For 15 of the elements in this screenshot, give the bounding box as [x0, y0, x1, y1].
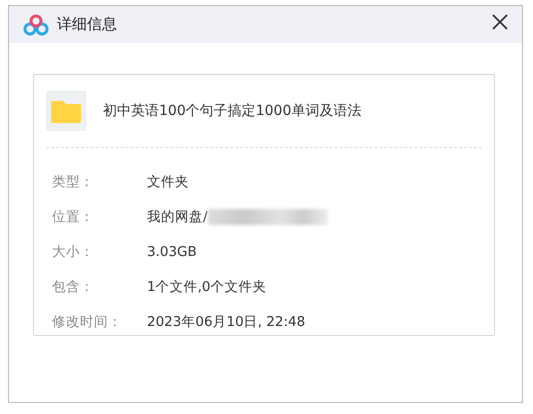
- folder-icon: [51, 99, 81, 123]
- detail-label: 类型：: [52, 172, 95, 190]
- detail-value: 我的网盘/: [147, 208, 208, 226]
- close-icon[interactable]: [492, 14, 508, 30]
- detail-label: 包含：: [52, 278, 95, 296]
- window-title: 详细信息: [57, 15, 118, 34]
- detail-value: 1个文件,0个文件夹: [147, 278, 266, 296]
- detail-value: 文件夹: [147, 172, 189, 190]
- file-name: 初中英语100个句子搞定1000单词及语法: [103, 102, 362, 120]
- cloud-logo-icon: [23, 14, 49, 36]
- detail-label: 修改时间：: [52, 312, 123, 330]
- detail-label: 位置：: [52, 208, 95, 226]
- detail-value: 3.03GB: [147, 244, 197, 260]
- detail-value: 2023年06月10日, 22:48: [147, 312, 306, 330]
- detail-label: 大小：: [52, 242, 95, 260]
